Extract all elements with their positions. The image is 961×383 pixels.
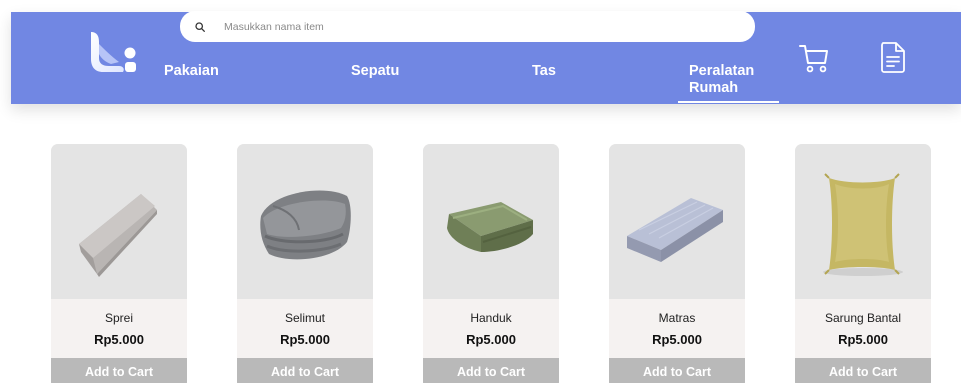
nav-item-pakaian[interactable]: Pakaian: [164, 63, 219, 80]
product-card-selimut[interactable]: Selimut Rp5.000 Add to Cart: [237, 144, 373, 383]
product-name: Sarung Bantal: [824, 311, 902, 325]
sarung-bantal-image: [823, 173, 903, 276]
product-name: Handuk: [470, 311, 512, 325]
product-card-handuk[interactable]: Handuk Rp5.000 Add to Cart: [423, 144, 559, 383]
page: Pakaian Sepatu Tas Peralatan Rumah: [0, 0, 961, 383]
product-price: Rp5.000: [280, 332, 330, 347]
product-image-area: [423, 144, 559, 299]
add-to-cart-button[interactable]: Add to Cart: [237, 358, 373, 383]
product-image-area: [609, 144, 745, 299]
add-to-cart-button[interactable]: Add to Cart: [51, 358, 187, 383]
product-price: Rp5.000: [466, 332, 516, 347]
nav-item-peralatan-rumah[interactable]: Peralatan Rumah: [689, 63, 789, 97]
product-price: Rp5.000: [838, 332, 888, 347]
handuk-image: [447, 202, 533, 252]
cart-icon[interactable]: [798, 42, 830, 74]
add-to-cart-button[interactable]: Add to Cart: [795, 358, 931, 383]
product-image-area: [51, 144, 187, 299]
product-image-area: [237, 144, 373, 299]
product-card-sarung-bantal[interactable]: Sarung Bantal Rp5.000 Add to Cart: [795, 144, 931, 383]
product-card-sprei[interactable]: Sprei Rp5.000 Add to Cart: [51, 144, 187, 383]
sprei-image: [79, 194, 157, 277]
product-name: Matras: [658, 311, 696, 325]
add-to-cart-button[interactable]: Add to Cart: [423, 358, 559, 383]
brand-logo[interactable]: [89, 32, 141, 72]
product-name: Sprei: [104, 311, 133, 325]
document-icon[interactable]: [880, 42, 906, 73]
search-bar[interactable]: [180, 11, 755, 42]
active-nav-indicator: [678, 101, 779, 103]
product-card-matras[interactable]: Matras Rp5.000 Add to Cart: [609, 144, 745, 383]
product-price: Rp5.000: [94, 332, 144, 347]
add-to-cart-button[interactable]: Add to Cart: [609, 358, 745, 383]
nav-item-sepatu[interactable]: Sepatu: [351, 63, 399, 80]
product-image-area: [795, 144, 931, 299]
product-price: Rp5.000: [652, 332, 702, 347]
navbar: Pakaian Sepatu Tas Peralatan Rumah: [11, 11, 961, 104]
search-input[interactable]: [224, 20, 704, 33]
selimut-image: [260, 190, 351, 260]
nav-item-tas[interactable]: Tas: [532, 63, 556, 80]
matras-image: [627, 198, 723, 262]
search-icon: [194, 21, 206, 33]
product-name: Selimut: [284, 311, 325, 325]
